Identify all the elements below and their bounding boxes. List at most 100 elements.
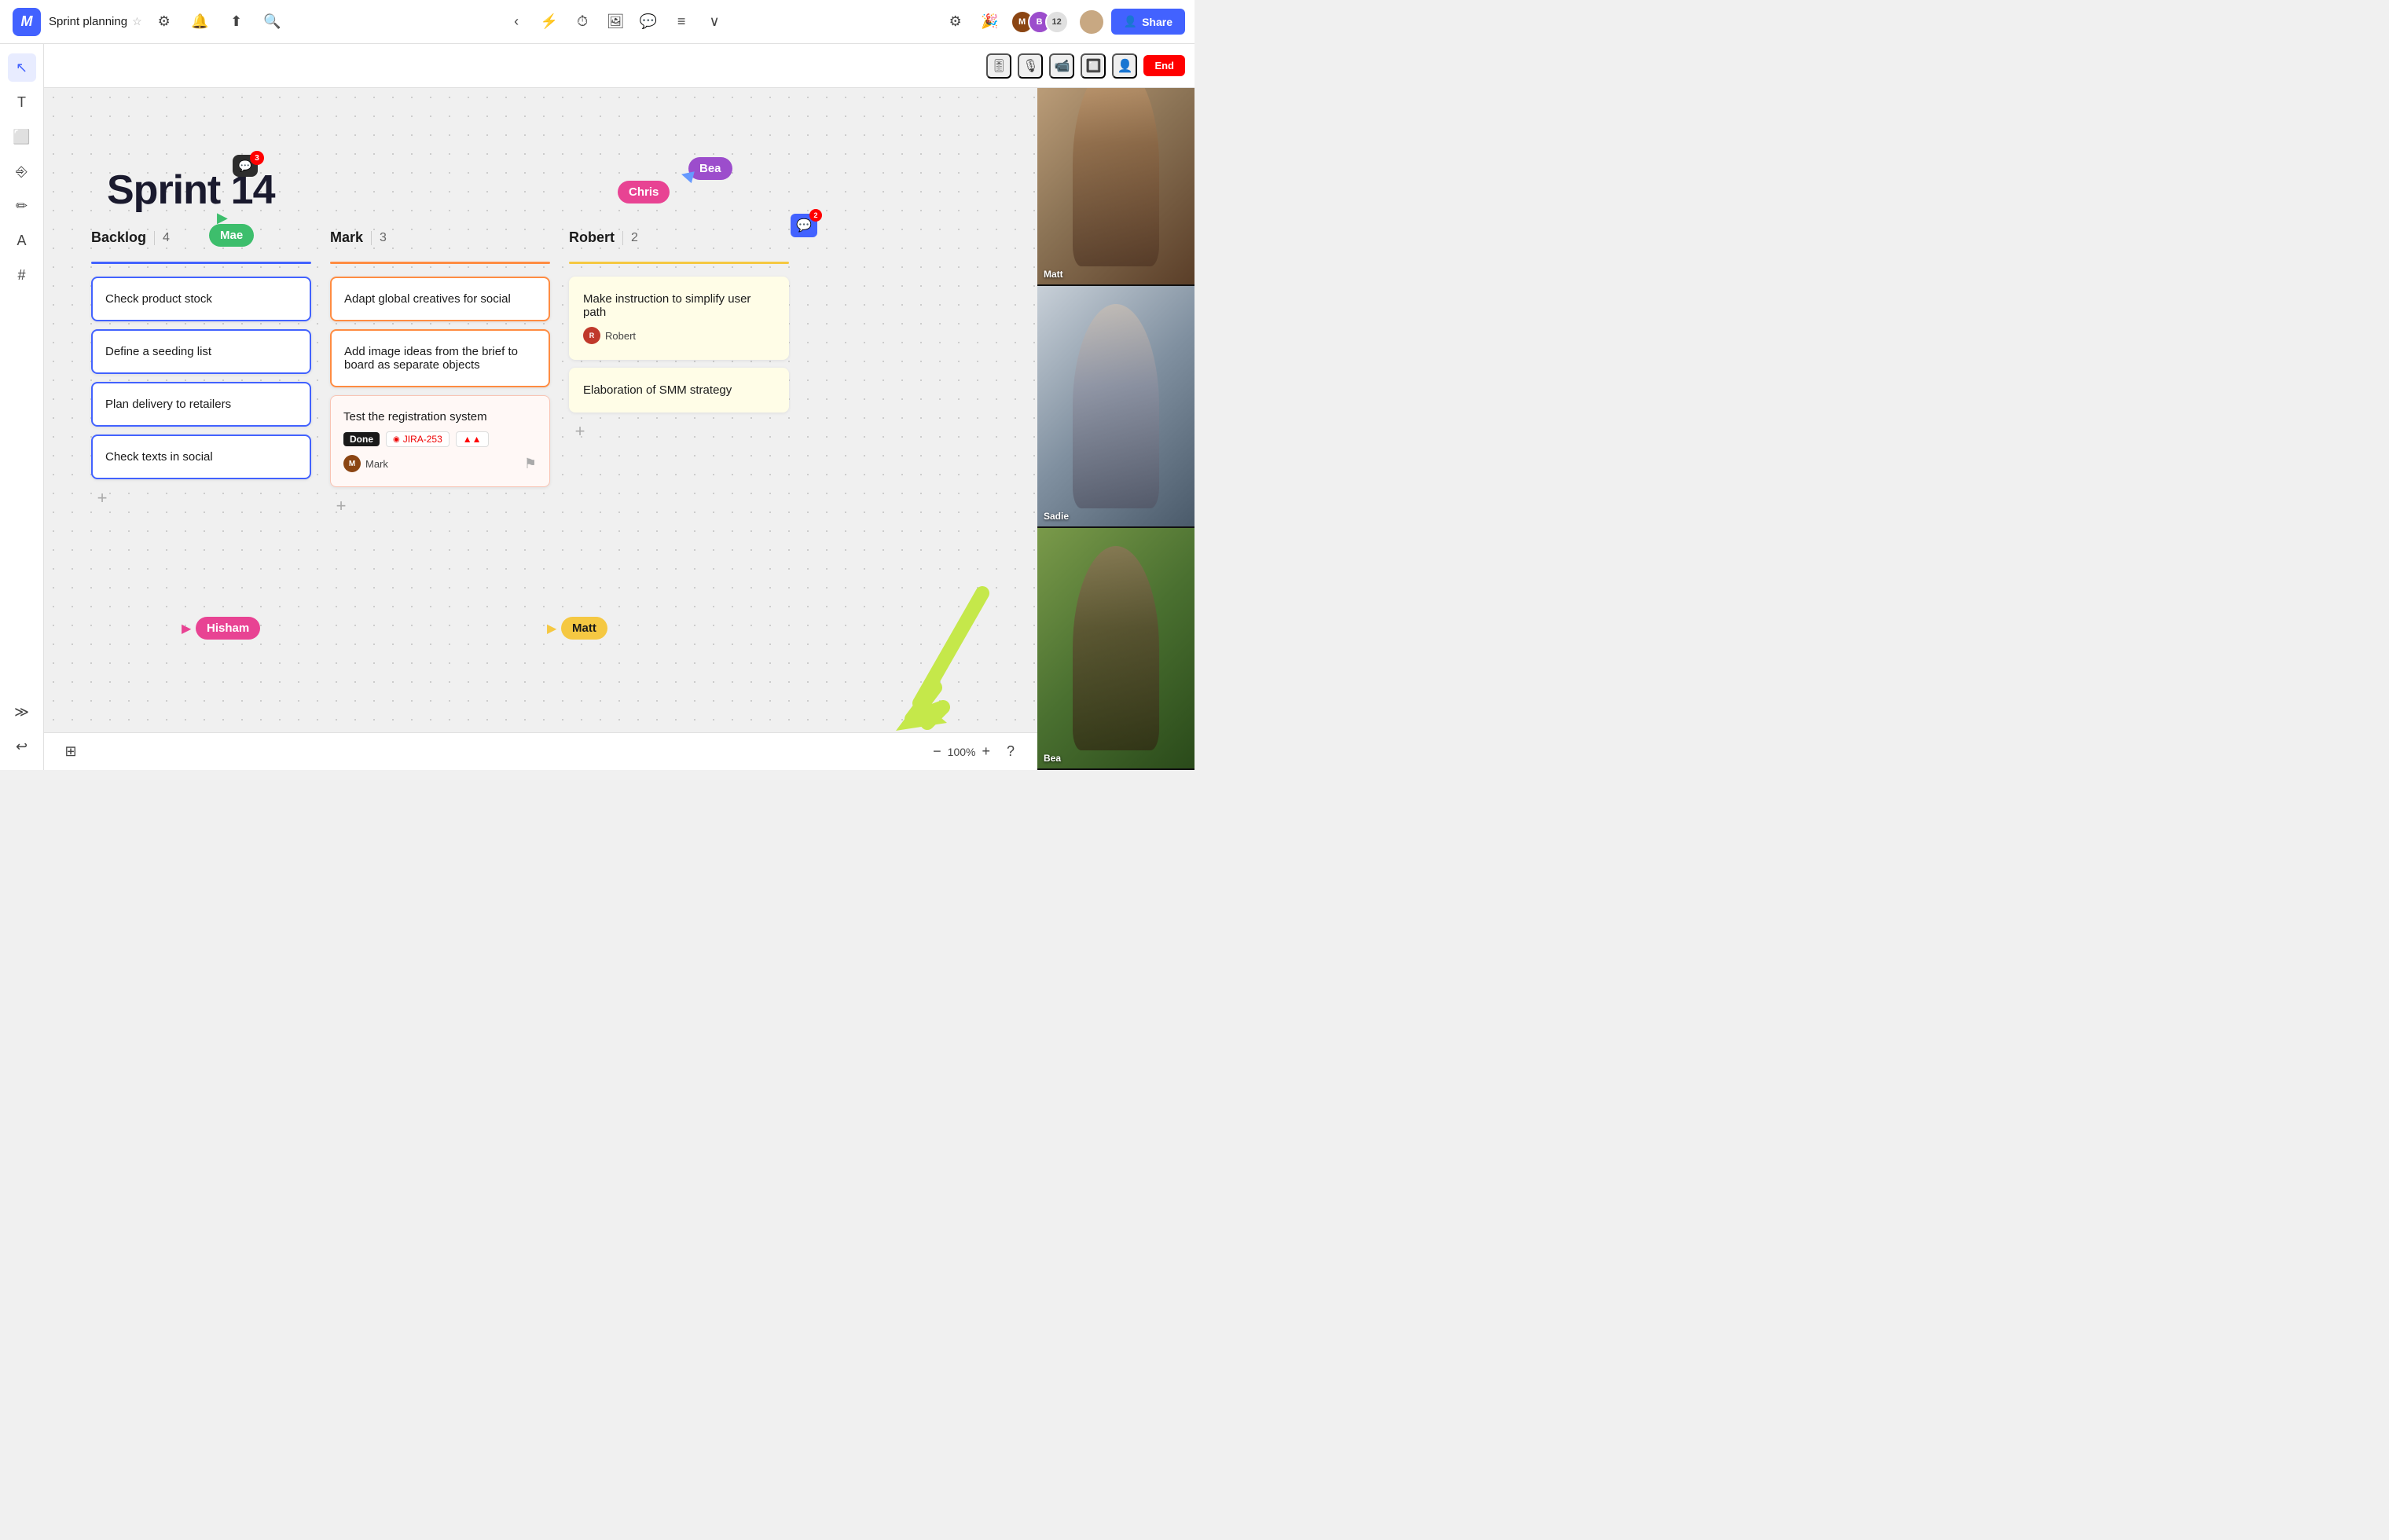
topbar: M Sprint planning ☆ ⚙ 🔔 ⬆ 🔍 ‹ ⚡ ⏱ 🖼 💬 ≡ … [0,0,1194,44]
card-test-assignee: M Mark [343,455,388,472]
avatar-count[interactable]: 12 [1045,10,1069,34]
card-smm-strategy[interactable]: Elaboration of SMM strategy [569,368,789,412]
sidebar-sticky-tool[interactable]: ⬜ [8,123,36,151]
help-button[interactable]: ? [996,738,1025,766]
card-check-texts[interactable]: Check texts in social [91,434,311,479]
current-user-avatar[interactable] [1078,9,1105,35]
board-title-text: Sprint planning [49,15,127,28]
sidebar-pen-tool[interactable]: ✏ [8,192,36,220]
sidebar-shapes-tool[interactable]: ⎆ [8,157,36,185]
backlog-divider [154,231,155,245]
miro-logo[interactable]: M [13,8,41,36]
mark-count: 3 [380,231,387,245]
sidebar-more-tool[interactable]: ≫ [8,698,36,726]
cursor-matt: ▶ Matt [547,621,556,636]
search-button[interactable]: 🔍 [259,8,287,36]
zoom-out-button[interactable]: − [933,743,941,760]
person-silhouette-bea [1073,546,1159,750]
filter-icon[interactable]: ⚙ [941,8,970,36]
jira-icon: ◉ [393,435,400,444]
end-button[interactable]: End [1143,55,1185,76]
list-icon[interactable]: ≡ [667,8,695,36]
sidebar-frame-tool[interactable]: # [8,261,36,289]
robert-add-button[interactable]: + [569,420,591,442]
card-test-registration-text: Test the registration system [343,410,487,424]
card-adapt-creatives[interactable]: Adapt global creatives for social [330,277,550,321]
card-make-instruction[interactable]: Make instruction to simplify user path R… [569,277,789,360]
mark-column-header: Mark 3 [330,229,550,252]
cursor-label-matt: Matt [561,617,607,640]
screen-share-button[interactable]: 🔲 [1081,53,1106,79]
robert-badge: R Robert [583,327,775,344]
sidebar-text-tool[interactable]: T [8,88,36,116]
robert-line [569,262,789,264]
more-icon[interactable]: ∨ [700,8,728,36]
notifications-button[interactable]: 🔔 [186,8,215,36]
mark-divider [371,231,372,245]
mark-avatar: M [343,455,361,472]
video-bg-sadie [1037,286,1194,526]
screen-icon[interactable]: 🖼 [601,8,629,36]
cursor-label-hisham: Hisham [196,617,260,640]
card-test-footer: M Mark ⚑ [343,455,537,472]
upload-button[interactable]: ⬆ [222,8,251,36]
mark-add-button[interactable]: + [330,495,352,517]
mark-line [330,262,550,264]
card-make-instruction-text: Make instruction to simplify user path [583,292,750,319]
zoom-in-button[interactable]: + [982,743,990,760]
settings-button[interactable]: ⚙ [150,8,178,36]
video-cell-sadie: Sadie [1037,286,1194,528]
person-silhouette-matt [1073,62,1159,266]
robert-count: 2 [631,231,638,245]
person-button[interactable]: 👤 [1112,53,1137,79]
panel-toggle-button[interactable]: ⊞ [57,738,85,766]
star-icon[interactable]: ☆ [132,15,142,28]
mark-title: Mark [330,229,363,246]
columns-area: Backlog 4 Check product stock Define a s… [91,229,789,517]
video-cell-bea: Bea [1037,528,1194,770]
robert-column: Robert 2 Make instruction to simplify us… [569,229,789,517]
zoom-control: − 100% + [933,743,990,760]
chat-notification-badge: 2 [809,209,822,222]
backlog-title: Backlog [91,229,146,246]
cursor-chris: Chris ◀ [618,181,670,204]
card-check-product-stock-text: Check product stock [105,292,212,306]
tag-jira: ◉ JIRA-253 [386,431,450,447]
mic-button[interactable]: 🎙 [1018,53,1043,79]
mixer-button[interactable]: 🎚 [986,53,1011,79]
card-add-image-ideas[interactable]: Add image ideas from the brief to board … [330,329,550,387]
sidebar-undo-tool[interactable]: ↩ [8,732,36,761]
cursor-label-chris: Chris [618,181,670,204]
card-plan-delivery[interactable]: Plan delivery to retailers [91,382,311,427]
robert-name: Robert [605,330,636,342]
prev-icon[interactable]: ‹ [502,8,530,36]
timer-icon[interactable]: ⏱ [568,8,596,36]
topbar-left: M Sprint planning ☆ ⚙ 🔔 ⬆ 🔍 [0,8,299,36]
video-button[interactable]: 📹 [1049,53,1074,79]
robert-column-header: Robert 2 [569,229,789,252]
video-name-matt: Matt [1044,269,1063,280]
sidebar-text-format-tool[interactable]: A [8,226,36,255]
card-define-seeding[interactable]: Define a seeding list [91,329,311,374]
toolbar2-right: 🎚 🎙 📹 🔲 👤 End [977,53,1194,79]
chat-icon[interactable]: 💬 [634,8,662,36]
card-check-product-stock[interactable]: Check product stock [91,277,311,321]
video-bg-bea [1037,528,1194,768]
video-name-sadie: Sadie [1044,511,1069,522]
robert-title: Robert [569,229,615,246]
bolt-icon[interactable]: ⚡ [535,8,563,36]
card-flag-icon: ⚑ [524,456,537,472]
mark-assignee-label: Mark [365,458,388,470]
robert-avatar: R [583,327,600,344]
main-canvas[interactable]: Sprint 14 💬 3 ▶ Mae Bea Chris ◀ 💬 2 Back… [44,88,1037,770]
card-test-registration[interactable]: Test the registration system Done ◉ JIRA… [330,395,550,487]
robert-divider [622,231,623,245]
bottom-bar: ⊞ − 100% + ? [44,732,1037,770]
avatar-stack: M B 12 [1011,10,1069,34]
backlog-add-button[interactable]: + [91,487,113,509]
share-button[interactable]: 👤 Share [1111,9,1185,35]
share-label: Share [1142,16,1172,28]
sidebar-select-tool[interactable]: ↖ [8,53,36,82]
backlog-count: 4 [163,231,170,245]
celebration-icon[interactable]: 🎉 [976,8,1004,36]
